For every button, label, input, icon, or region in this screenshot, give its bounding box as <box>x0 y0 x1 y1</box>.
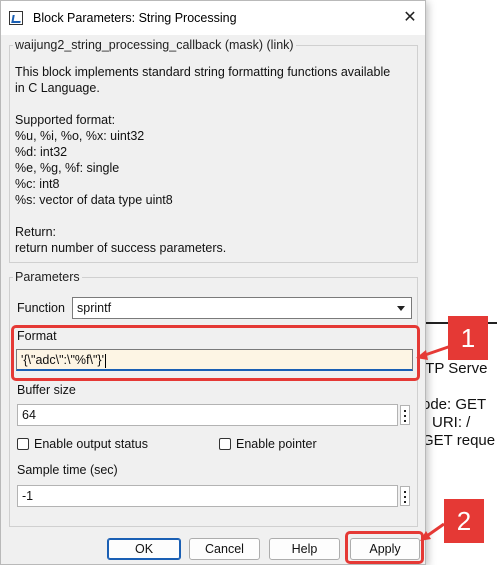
canvas-text-3: URI: / <box>432 414 471 431</box>
buffer-size-input[interactable]: 64 <box>17 404 398 426</box>
canvas-text-4: GET reque <box>422 432 496 449</box>
description-line: %d: int32 <box>15 145 68 159</box>
function-label: Function <box>17 301 65 315</box>
canvas-text-2: ode: GET <box>422 396 487 413</box>
description-line: return number of success parameters. <box>15 241 227 255</box>
enable-pointer-label: Enable pointer <box>236 437 317 451</box>
description-line: This block implements standard string fo… <box>15 65 391 79</box>
enable-pointer-checkbox[interactable] <box>219 438 231 450</box>
description-line: %e, %g, %f: single <box>15 161 120 175</box>
apply-highlight-box <box>345 531 424 564</box>
parameters-group-title: Parameters <box>13 270 82 284</box>
enable-output-status-label: Enable output status <box>34 437 148 451</box>
simulink-block-icon <box>9 11 23 25</box>
sample-time-more-icon[interactable] <box>400 486 410 506</box>
help-button[interactable]: Help <box>269 538 340 560</box>
buffer-size-value: 64 <box>22 408 36 422</box>
format-label: Format <box>17 329 57 343</box>
description-line: %s: vector of data type uint8 <box>15 193 173 207</box>
annotation-badge-2: 2 <box>444 499 484 543</box>
enable-output-status-checkbox[interactable] <box>17 438 29 450</box>
window-title: Block Parameters: String Processing <box>33 11 237 25</box>
description-line: Return: <box>15 225 56 239</box>
sample-time-value: -1 <box>22 489 34 503</box>
description-line: Supported format: <box>15 113 116 127</box>
cancel-button[interactable]: Cancel <box>189 538 260 560</box>
format-input[interactable]: '{\"adc\":\"%f\"}' <box>16 349 413 371</box>
annotation-badge-1: 1 <box>448 316 488 360</box>
sample-time-input[interactable]: -1 <box>17 485 398 507</box>
ok-button[interactable]: OK <box>107 538 181 560</box>
buffer-size-more-icon[interactable] <box>400 405 410 425</box>
mask-group-title: waijung2_string_processing_callback (mas… <box>13 38 296 52</box>
text-cursor <box>104 353 106 368</box>
description-line: %c: int8 <box>15 177 60 191</box>
block-parameters-dialog: Block Parameters: String Processing ✕ wa… <box>0 0 426 565</box>
description-line: %u, %i, %o, %x: uint32 <box>15 129 145 143</box>
format-value: '{\"adc\":\"%f\"}' <box>21 353 106 368</box>
function-value: sprintf <box>77 301 112 315</box>
description-line: in C Language. <box>15 81 100 95</box>
sample-time-label: Sample time (sec) <box>17 463 118 477</box>
buffer-size-label: Buffer size <box>17 383 76 397</box>
chevron-down-icon <box>397 306 405 311</box>
function-dropdown[interactable]: sprintf <box>72 297 412 319</box>
title-bar[interactable]: Block Parameters: String Processing ✕ <box>1 1 425 35</box>
close-icon[interactable]: ✕ <box>398 6 422 30</box>
